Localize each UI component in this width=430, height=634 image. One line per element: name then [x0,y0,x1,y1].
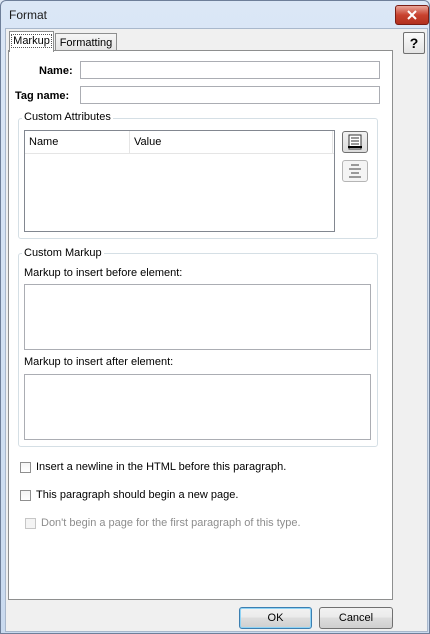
cancel-button[interactable]: Cancel [319,607,393,629]
markup-after-label: Markup to insert after element: [24,356,174,368]
name-input[interactable] [80,61,380,79]
remove-attribute-button[interactable] [342,160,368,182]
markup-after-textarea[interactable] [24,374,371,440]
close-button[interactable] [395,5,429,25]
column-name-header[interactable]: Name [25,131,130,153]
list-remove-icon [349,164,361,178]
ok-button[interactable]: OK [239,607,312,629]
column-value-header[interactable]: Value [130,131,333,153]
tab-formatting-label: Formatting [59,37,113,49]
markup-before-textarea[interactable] [24,284,371,350]
title-bar[interactable]: Format [1,1,429,29]
window-title: Format [9,8,48,22]
new-page-check[interactable] [20,489,31,501]
dialog-body: ? Markup Formatting Name: Tag name: Cust… [5,28,428,632]
newline-before-check[interactable] [20,461,31,473]
tab-markup[interactable]: Markup [9,31,54,52]
custom-attributes-title: Custom Attributes [22,111,113,123]
list-add-icon [348,134,362,150]
newline-before-label: Insert a newline in the HTML before this… [36,461,287,473]
tag-name-input[interactable] [80,86,380,104]
first-paragraph-label: Don't begin a page for the first paragra… [41,517,301,529]
newline-before-checkbox[interactable]: Insert a newline in the HTML before this… [20,460,286,474]
close-icon [407,10,417,20]
new-page-checkbox[interactable]: This paragraph should begin a new page. [20,488,238,502]
new-page-label: This paragraph should begin a new page. [36,489,239,501]
first-paragraph-checkbox[interactable]: Don't begin a page for the first paragra… [25,516,301,530]
name-label: Name: [39,65,73,77]
markup-before-label: Markup to insert before element: [24,267,183,279]
markup-panel: Name: Tag name: Custom Attributes Name V… [8,50,393,600]
tab-markup-label: Markup [11,34,52,48]
attributes-list-header: Name Value [25,131,334,154]
tag-name-label: Tag name: [15,90,70,102]
help-button[interactable]: ? [403,32,425,54]
first-paragraph-check[interactable] [25,517,36,529]
attributes-list[interactable]: Name Value [24,130,335,232]
custom-markup-title: Custom Markup [22,247,104,259]
format-dialog: Format ? Markup Formatting Name: Tag nam… [0,0,430,634]
add-attribute-button[interactable] [342,131,368,153]
